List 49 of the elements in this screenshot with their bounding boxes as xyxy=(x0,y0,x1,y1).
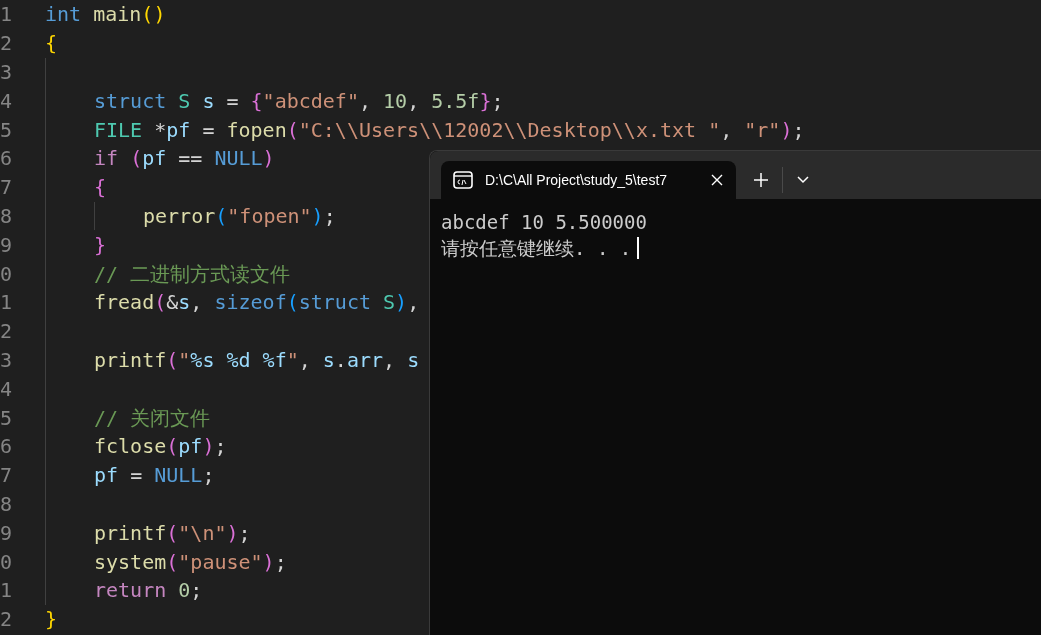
line-number: 2 xyxy=(0,30,14,58)
code-line: system("pause"); xyxy=(94,548,287,576)
terminal-tab[interactable]: D:\C\All Project\study_5\test7 xyxy=(441,161,736,199)
line-number: 8 xyxy=(0,203,14,230)
code-line: fclose(pf); xyxy=(94,433,227,461)
line-number: 8 xyxy=(0,490,14,518)
line-number: 1 xyxy=(0,1,14,29)
terminal-output: abcdef 10 5.500000 xyxy=(441,210,647,235)
code-comment: // 关闭文件 xyxy=(94,404,211,432)
code-line: } xyxy=(45,606,58,634)
code-line: FILE *pf = fopen("C:\\Users\\12002\\Desktop\\x.txt ", "r"); xyxy=(94,116,805,144)
line-number: 7 xyxy=(0,174,14,202)
line-number: 3 xyxy=(0,59,14,86)
line-number: 5 xyxy=(0,404,14,432)
new-tab-icon[interactable] xyxy=(754,173,768,187)
terminal-output: 请按任意键继续. . . xyxy=(441,236,632,261)
code-line: struct S s = {"abcdef", 10, 5.5f}; xyxy=(94,87,504,115)
code-line: fread(&s, sizeof(struct S), xyxy=(94,289,420,317)
code-line: return 0; xyxy=(94,577,203,605)
line-number: 0 xyxy=(0,548,14,576)
line-number: 4 xyxy=(0,87,14,115)
code-line: printf("\n"); xyxy=(94,519,251,547)
text-cursor xyxy=(637,237,640,259)
code-comment: // 二进制方式读文件 xyxy=(94,260,291,288)
line-number: 9 xyxy=(0,519,14,547)
line-number: 9 xyxy=(0,231,14,259)
line-number: 3 xyxy=(0,346,14,374)
line-number: 6 xyxy=(0,433,14,461)
code-line: perror("fopen"); xyxy=(143,203,336,230)
line-number: 4 xyxy=(0,375,14,403)
line-number: 6 xyxy=(0,145,14,173)
code-line: printf("%s %d %f", s.arr, s xyxy=(94,346,420,374)
console-icon xyxy=(453,171,473,189)
line-number: 5 xyxy=(0,116,14,144)
code-line: pf = NULL; xyxy=(94,462,215,490)
code-line: } xyxy=(94,231,107,259)
close-icon[interactable] xyxy=(710,173,724,187)
line-number: 2 xyxy=(0,318,14,346)
tab-title: D:\C\All Project\study_5\test7 xyxy=(485,170,668,190)
code-line: if (pf == NULL) xyxy=(94,145,275,173)
code-line: int main() xyxy=(45,1,166,29)
code-line: { xyxy=(94,174,107,202)
code-line: { xyxy=(45,30,58,58)
line-number: 1 xyxy=(0,289,14,317)
line-number: 7 xyxy=(0,462,14,490)
line-number: 1 xyxy=(0,577,14,605)
dropdown-icon[interactable] xyxy=(797,176,809,184)
line-number: 2 xyxy=(0,606,14,634)
line-number: 0 xyxy=(0,260,14,288)
